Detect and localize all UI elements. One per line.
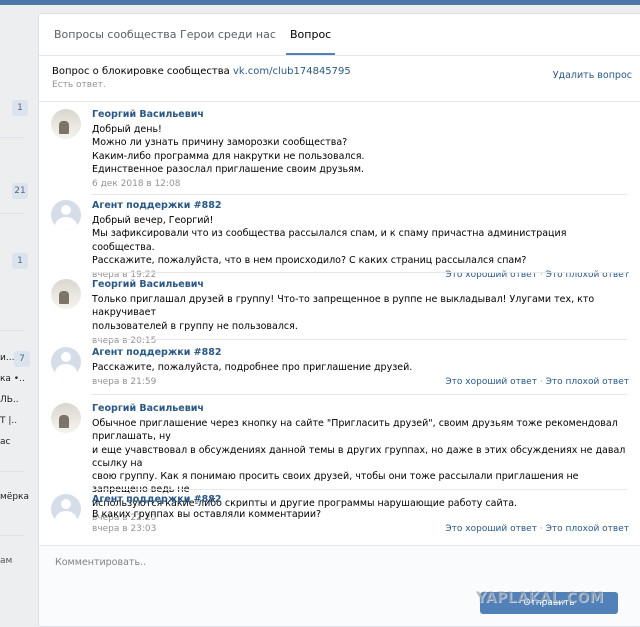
sidebar-fragment[interactable]: ам	[0, 556, 12, 566]
tab-question[interactable]: Вопрос	[285, 28, 336, 55]
message-line: Мы зафиксировали что из сообщества рассы…	[92, 228, 567, 253]
question-status: Есть ответ.	[52, 80, 106, 90]
message-line: Каким-либо программа для накрутки не пол…	[92, 150, 365, 162]
message-body: Агент поддержки #882 В каких группах вы …	[92, 494, 629, 536]
question-card: Вопросы сообщества Герои среди нас Вопро…	[38, 13, 640, 627]
rating-separator: ·	[539, 377, 543, 388]
message-line: Расскажите, пожалуйста, подробнее про пр…	[92, 362, 413, 373]
divider	[91, 194, 627, 195]
counter-badge: 7	[14, 351, 30, 367]
user-avatar-icon[interactable]	[51, 279, 81, 309]
sidebar-fragment[interactable]: и...	[0, 353, 14, 363]
sidebar-fragment[interactable]: мёрка	[0, 492, 29, 502]
message-line: и еще учавствовал в обсуждениях данной т…	[92, 444, 626, 469]
message-line: Расскажите, пожалуйста, что в нем происх…	[92, 254, 527, 266]
divider	[0, 213, 24, 214]
message-meta: 6 дек 2018 в 12:08	[92, 179, 629, 191]
author-link[interactable]: Агент поддержки #882	[92, 494, 629, 505]
divider	[0, 137, 24, 138]
message-text: Добрый вечер, Георгий! Мы зафиксировали …	[92, 214, 629, 267]
message-text: Только приглашал друзей в группу! Что-то…	[92, 293, 629, 333]
good-answer-link[interactable]: Это хороший ответ	[445, 524, 537, 534]
tab-community-questions[interactable]: Вопросы сообщества Герои среди нас	[54, 28, 276, 41]
user-avatar-icon[interactable]	[51, 403, 81, 433]
question-title-text: Вопрос о блокировке сообщества	[52, 66, 230, 77]
sidebar-fragment[interactable]: ас	[0, 437, 10, 447]
bad-answer-link[interactable]: Это плохой ответ	[546, 524, 629, 534]
counter-badge: 1	[12, 100, 28, 116]
message-line: Добрый вечер, Георгий!	[92, 215, 214, 226]
answer-rating: Это хороший ответ · Это плохой ответ	[445, 377, 629, 387]
message-line: Можно ли узнать причину заморозки сообще…	[92, 137, 348, 149]
message-body: Агент поддержки #882 Расскажите, пожалуй…	[92, 347, 629, 389]
author-link[interactable]: Георгий Васильевич	[92, 403, 629, 414]
community-link[interactable]: vk.com/club174845795	[233, 66, 351, 77]
message-time: вчера в 21:59	[92, 377, 157, 388]
message-meta: вчера в 21:59 Это хороший ответ · Это пл…	[92, 377, 629, 389]
counter-badge: 21	[12, 183, 28, 199]
answer-rating: Это хороший ответ · Это плохой ответ	[445, 524, 629, 534]
divider	[91, 272, 627, 273]
divider	[91, 339, 627, 340]
message-text: В каких группах вы оставляли комментарии…	[92, 508, 629, 521]
message-body: Георгий Васильевич Только приглашал друз…	[92, 279, 629, 348]
author-link[interactable]: Агент поддержки #882	[92, 347, 629, 358]
comment-input[interactable]: Комментировать..	[55, 554, 555, 572]
question-title: Вопрос о блокировке сообщества vk.com/cl…	[52, 66, 632, 77]
author-link[interactable]: Георгий Васильевич	[92, 279, 629, 290]
delete-question-button[interactable]: Удалить вопрос	[553, 70, 632, 81]
message-line: свою группу. Как я понимаю просить своих…	[92, 471, 579, 496]
divider	[91, 489, 627, 490]
agent-avatar-icon[interactable]	[51, 200, 81, 230]
tabs-bar: Вопросы сообщества Герои среди нас Вопро…	[39, 14, 640, 56]
sidebar-fragment[interactable]: ка •..	[0, 374, 25, 384]
sidebar-fragment[interactable]: ЛЬ..	[0, 395, 19, 405]
divider	[0, 535, 24, 536]
counter-badge: 1	[12, 253, 28, 269]
message-time: вчера в 20:15	[92, 335, 157, 346]
message-time: 6 дек 2018 в 12:08	[92, 179, 181, 190]
reply-bar: Комментировать.. Отправить	[39, 545, 640, 626]
author-link[interactable]: Георгий Васильевич	[92, 109, 629, 120]
sidebar-fragment[interactable]: Т |..	[0, 416, 17, 426]
divider	[39, 101, 640, 102]
message-line: В каких группах вы оставляли комментарии…	[92, 509, 322, 520]
divider	[0, 471, 24, 472]
message-line: Добрый день!	[92, 124, 162, 135]
message-time: вчера в 23:03	[92, 524, 157, 535]
top-header-bar	[0, 0, 640, 5]
message-line: Единственное разослал приглашение своим …	[92, 163, 365, 175]
question-header: Вопрос о блокировке сообщества vk.com/cl…	[52, 66, 632, 90]
message-line: Обычное приглашение через кнопку на сайт…	[92, 418, 618, 443]
good-answer-link[interactable]: Это хороший ответ	[445, 377, 537, 387]
message-line: пользователей в группу не пользовался.	[92, 320, 298, 332]
divider	[91, 394, 627, 395]
watermark: YAPLAKAL.COM	[476, 590, 604, 606]
left-sidebar: 1 21 1 и... 7 ка •.. ЛЬ.. Т |.. ас мёрка…	[0, 5, 30, 627]
user-avatar-icon[interactable]	[51, 109, 81, 139]
agent-avatar-icon[interactable]	[51, 347, 81, 377]
message-line: Только приглашал друзей в группу! Что-то…	[92, 294, 595, 319]
author-link[interactable]: Агент поддержки #882	[92, 200, 629, 211]
divider	[0, 330, 24, 331]
rating-separator: ·	[539, 524, 543, 535]
message-body: Георгий Васильевич Добрый день! Можно ли…	[92, 109, 629, 191]
message-body: Агент поддержки #882 Добрый вечер, Георг…	[92, 200, 629, 282]
bad-answer-link[interactable]: Это плохой ответ	[546, 377, 629, 387]
agent-avatar-icon[interactable]	[51, 494, 81, 524]
message-meta: вчера в 23:03 Это хороший ответ · Это пл…	[92, 524, 629, 536]
message-text: Добрый день! Можно ли узнать причину зам…	[92, 123, 629, 176]
message-text: Расскажите, пожалуйста, подробнее про пр…	[92, 361, 629, 374]
